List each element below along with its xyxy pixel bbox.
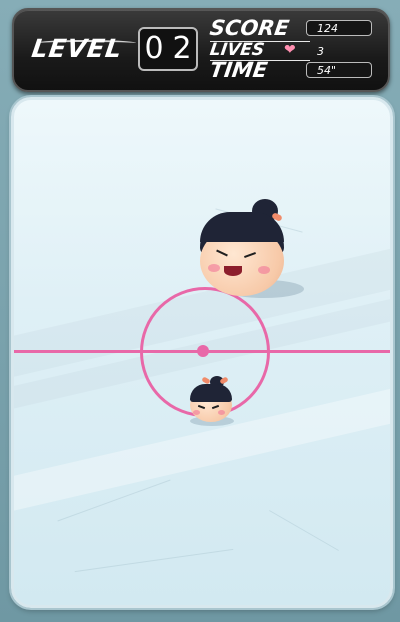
player-head-icon[interactable] [184,372,244,432]
level-digit-tens: 0 [144,31,164,66]
time-value: 54" [306,62,372,78]
ice-scratch [74,548,234,573]
heart-icon: ❤ [284,42,296,58]
opponent-blush-left [208,264,220,272]
opponent-blush-right [258,266,270,274]
score-value: 124 [306,20,372,36]
ice-rink[interactable] [11,97,393,608]
lives-label: LIVES [208,40,266,60]
level-digit-ones: 2 [172,31,192,66]
level-number-display: 0 2 [138,27,198,71]
time-label: TIME [208,58,270,82]
hud-panel: LEVEL 0 2 SCORE 124 LIVES ❤ 3 TIME 54" [12,8,390,92]
center-dot [197,345,209,357]
lives-value: 3 [317,45,324,58]
score-label: SCORE [208,16,291,40]
player-blush-right [218,410,225,415]
level-swoosh-decoration [36,40,136,46]
opponent-mouth [224,266,242,276]
player-blush-left [193,410,200,415]
ice-scratch [269,510,339,551]
level-label: LEVEL [29,34,125,63]
opponent-head-icon [194,199,314,310]
player-hair [190,384,232,402]
